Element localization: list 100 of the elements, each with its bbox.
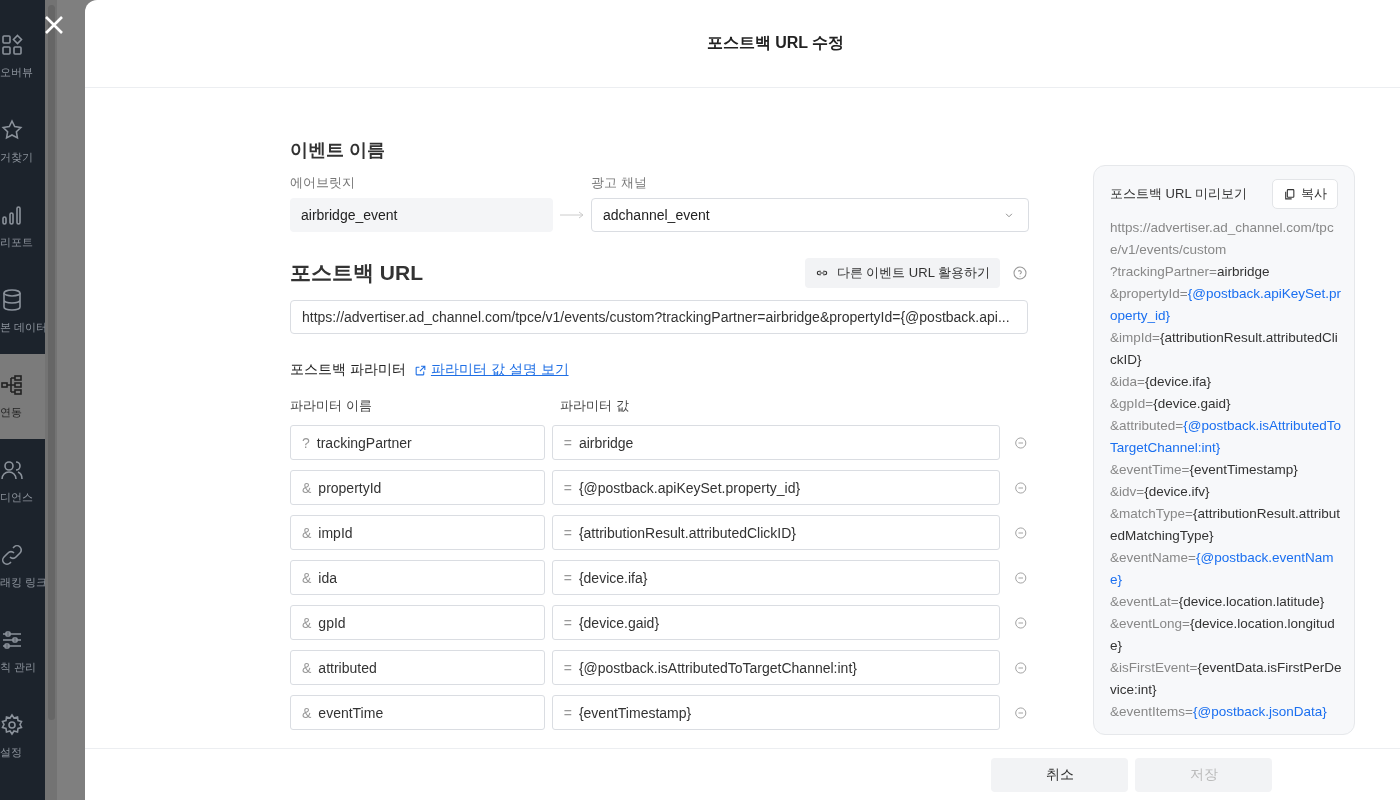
database-icon (0, 288, 24, 312)
sidebar-item[interactable]: 본 데이터 (0, 269, 45, 354)
sidebar-item[interactable]: 디언스 (0, 439, 45, 524)
url-preview-line: &matchType={attributionResult.attributedMatchingType} (1110, 505, 1341, 545)
copy-button[interactable]: 복사 (1272, 179, 1338, 209)
equals-symbol: = (563, 614, 572, 631)
prefix-symbol: & (302, 479, 312, 496)
external-link-icon (413, 363, 427, 377)
parameter-value: {device.gaid} (578, 614, 660, 631)
sidebar-item[interactable]: 설정 (0, 694, 45, 779)
parameter-name-field[interactable]: & ida (290, 560, 545, 595)
url-preview-line: &isFirstEvent={eventData.isFirstPerDevice:int} (1110, 659, 1342, 699)
star-icon (0, 118, 24, 142)
parameter-name-field[interactable]: & gpId (290, 605, 545, 640)
url-preview-line: &impId={attributionResult.attributedClickID} (1110, 329, 1339, 369)
parameter-value: airbridge (578, 434, 634, 451)
field-label: 광고 채널 (591, 174, 648, 192)
link-icon (0, 543, 24, 567)
parameter-value-field[interactable]: = airbridge (551, 425, 1001, 460)
remove-icon[interactable] (1014, 435, 1028, 450)
remove-icon[interactable] (1014, 615, 1028, 630)
remove-icon[interactable] (1014, 525, 1028, 540)
parameter-value-field[interactable]: = {@postback.isAttributedToTargetChannel:int} (551, 650, 1001, 685)
sidebar-item[interactable]: 거찾기 (0, 99, 45, 184)
sidebar-item[interactable]: 리포트 (0, 184, 45, 269)
readonly-field: airbridge_event (290, 198, 553, 232)
parameter-value-field[interactable]: = {device.ifa} (551, 560, 1001, 595)
parameter-name: attributed (318, 659, 377, 676)
url-preview-line: &eventName={@postback.eventName} (1110, 549, 1335, 589)
copy-icon (1283, 187, 1296, 201)
equals-symbol: = (563, 704, 572, 721)
hierarchy-icon (0, 373, 24, 397)
select-field[interactable]: adchannel_event (591, 198, 1029, 232)
sliders-icon (0, 628, 24, 652)
column-header: 파라미터 값 (560, 397, 629, 415)
sidebar-label: 거찾기 (0, 150, 33, 165)
url-preview-line: &gpId={device.gaid} (1110, 395, 1232, 413)
parameter-name: eventTime (318, 704, 384, 721)
equals-symbol: = (563, 659, 572, 676)
prefix-symbol: & (302, 659, 312, 676)
parameter-name: propertyId (318, 479, 382, 496)
sidebar-label: 칙 관리 (0, 660, 37, 675)
url-preview-line: &eventItems={@postback.jsonData} (1110, 703, 1328, 721)
url-preview-line: ?trackingPartner=airbridge (1110, 263, 1271, 281)
parameter-name-field[interactable]: & impId (290, 515, 545, 550)
column-header: 파라미터 이름 (290, 397, 373, 415)
url-preview-line: https://advertiser.ad_channel.com/tpce/v1/events/custom (1110, 219, 1335, 259)
people-icon (0, 458, 24, 482)
prefix-symbol: & (302, 614, 312, 631)
prefix-symbol: ? (302, 434, 310, 451)
equals-symbol: = (563, 479, 572, 496)
parameter-value-field[interactable]: = {eventTimestamp} (551, 695, 1001, 730)
parameter-name-field[interactable]: ? trackingPartner (290, 425, 545, 460)
remove-icon[interactable] (1014, 570, 1028, 585)
sidebar-label: 설정 (0, 745, 22, 760)
url-preview-line: &ida={device.ifa} (1110, 373, 1212, 391)
sidebar-label: 본 데이터 (0, 320, 48, 335)
help-icon[interactable] (1012, 265, 1028, 281)
remove-icon[interactable] (1014, 660, 1028, 675)
url-field[interactable]: https://advertiser.ad_channel.com/tpce/v1/events/custom?trackingPartner=airbridge&propertyId={@postback.api... (290, 300, 1028, 334)
parameter-name: ida (318, 569, 338, 586)
sidebar-label: 래킹 링크 (0, 575, 48, 590)
panel-title: 포스트백 URL 미리보기 (1110, 185, 1247, 203)
parameter-name-field[interactable]: & eventTime (290, 695, 545, 730)
url-preview-line: &eventLong={device.location.longitude} (1110, 615, 1336, 655)
parameter-value-field[interactable]: = {@postback.apiKeySet.property_id} (551, 470, 1001, 505)
remove-icon[interactable] (1014, 705, 1028, 720)
parameter-value-field[interactable]: = {device.gaid} (551, 605, 1001, 640)
help-link[interactable]: 파라미터 값 설명 보기 (413, 361, 569, 379)
prefix-symbol: & (302, 524, 312, 541)
equals-symbol: = (563, 434, 572, 451)
sidebar-item[interactable]: 칙 관리 (0, 609, 45, 694)
bar-chart-icon (0, 203, 24, 227)
section-heading: 이벤트 이름 (290, 139, 386, 162)
prefix-symbol: & (302, 704, 312, 721)
parameter-name: trackingPartner (316, 434, 412, 451)
sidebar-label: 연동 (0, 405, 22, 420)
parameter-name: impId (318, 524, 353, 541)
parameter-name: gpId (318, 614, 346, 631)
section-label: 포스트백 파라미터 (290, 361, 406, 379)
equals-symbol: = (563, 569, 572, 586)
field-label: 에어브릿지 (290, 174, 356, 192)
sidebar-label: 리포트 (0, 235, 33, 250)
sidebar-item[interactable]: 래킹 링크 (0, 524, 45, 609)
url-preview-line: &eventTime={eventTimestamp} (1110, 461, 1299, 479)
parameter-name-field[interactable]: & propertyId (290, 470, 545, 505)
sidebar-item[interactable]: 연동 (0, 354, 45, 439)
parameter-value: {@postback.apiKeySet.property_id} (578, 479, 801, 496)
url-preview-line: &eventLat={device.location.latitude} (1110, 593, 1326, 611)
parameter-value-field[interactable]: = {attributionResult.attributedClickID} (551, 515, 1001, 550)
parameter-value: {device.ifa} (578, 569, 648, 586)
settings-icon (0, 713, 24, 737)
section-heading: 포스트백 URL (290, 260, 423, 286)
parameter-name-field[interactable]: & attributed (290, 650, 545, 685)
cancel-button[interactable]: 취소 (991, 757, 1128, 792)
parameter-value: {eventTimestamp} (578, 704, 692, 721)
sidebar-label: 오버뷰 (0, 65, 33, 80)
sidebar-item[interactable]: 오버뷰 (0, 14, 45, 99)
remove-icon[interactable] (1014, 480, 1028, 495)
reuse-url-button[interactable]: 다른 이벤트 URL 활용하기 (804, 258, 1000, 288)
